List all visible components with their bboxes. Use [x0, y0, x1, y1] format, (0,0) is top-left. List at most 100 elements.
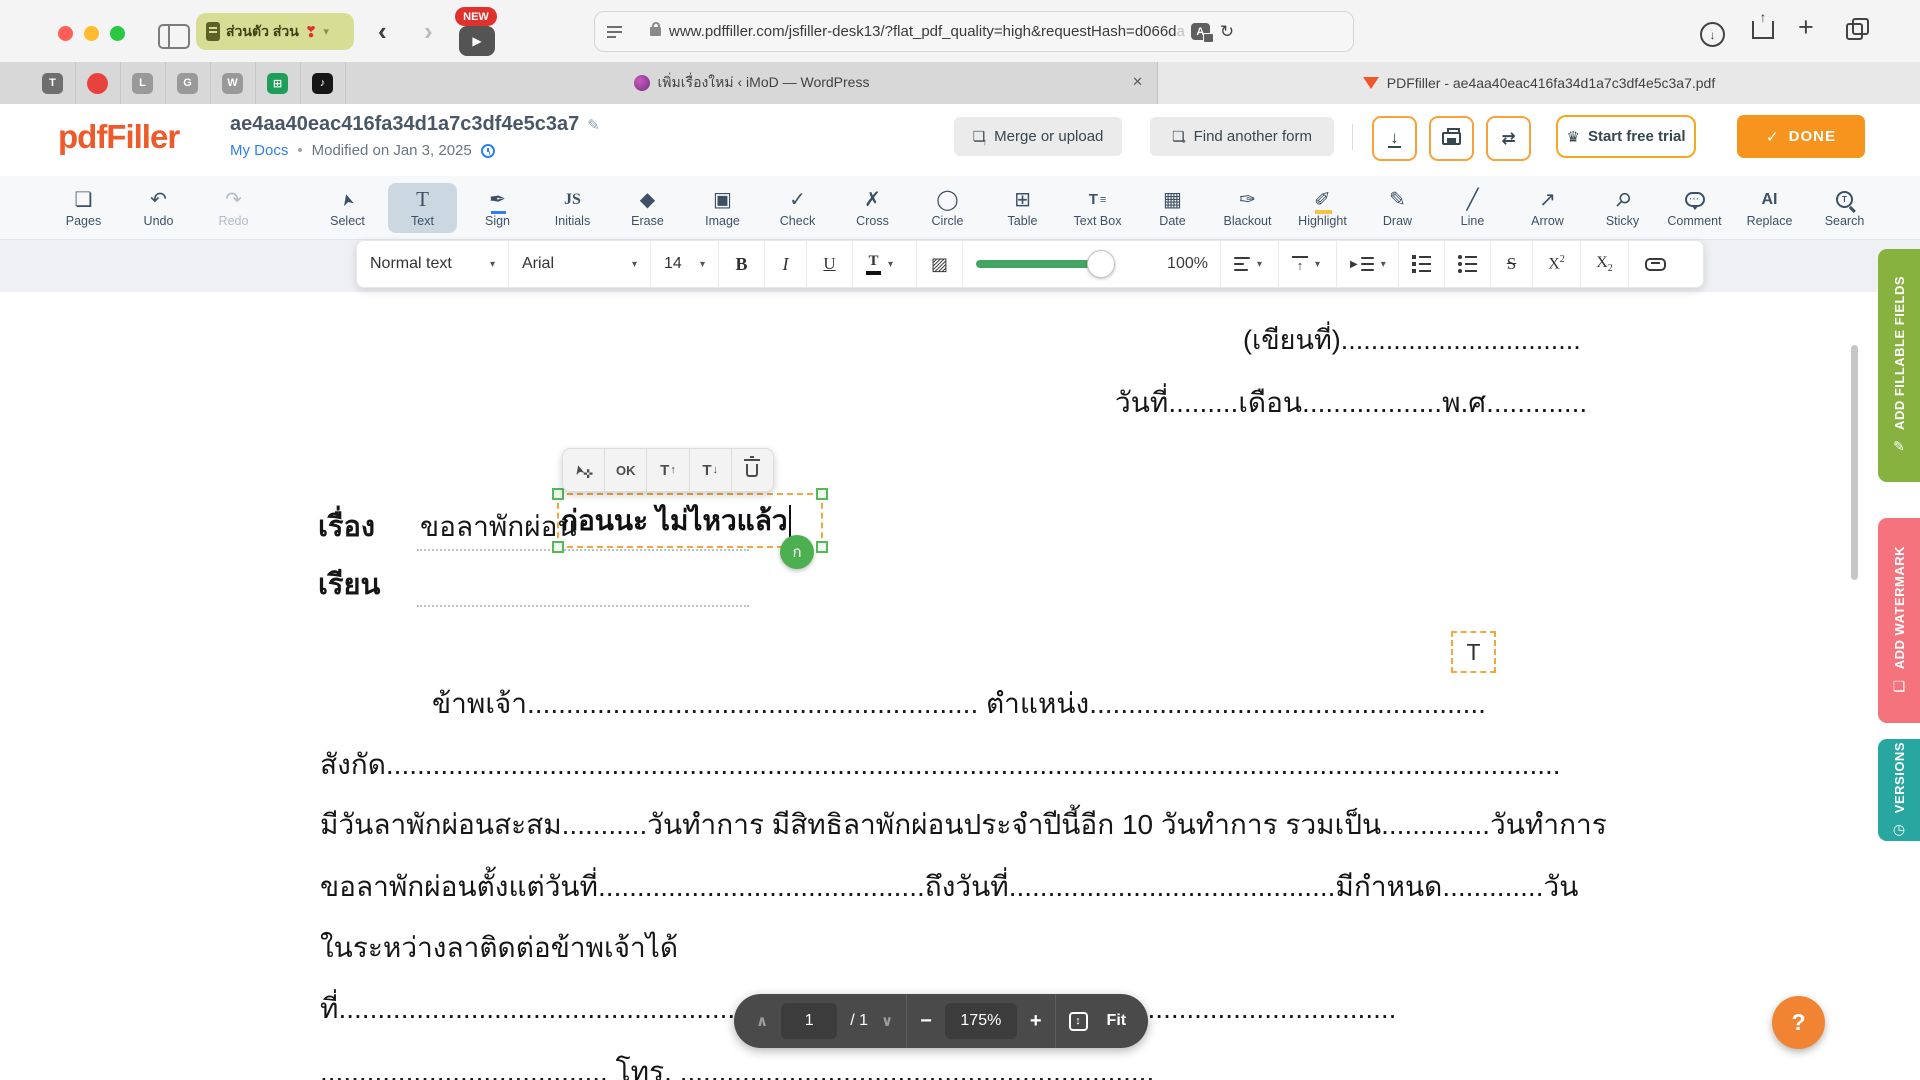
video-extension-icon[interactable]: ▶: [459, 26, 495, 56]
text-insert-placeholder[interactable]: T: [1451, 631, 1496, 673]
tool-circle[interactable]: ◯Circle: [913, 183, 982, 233]
tool-image[interactable]: ▣Image: [688, 183, 757, 233]
tool-undo[interactable]: ↶Undo: [124, 183, 193, 233]
numbered-list-button[interactable]: [1399, 241, 1445, 287]
tool-text[interactable]: TText: [388, 183, 457, 233]
pinned-tab-6[interactable]: ⊞: [255, 62, 301, 104]
reader-icon[interactable]: [607, 26, 622, 38]
tool-initials[interactable]: JSInitials: [538, 183, 607, 233]
page-number-input[interactable]: 1: [781, 1003, 837, 1039]
close-tab-icon[interactable]: ✕: [1132, 74, 1143, 90]
font-size-dropdown[interactable]: 14▾: [651, 241, 719, 287]
increase-font-button[interactable]: T↑: [647, 449, 689, 491]
italic-button[interactable]: I: [765, 241, 807, 287]
tab-wordpress[interactable]: เพิ่มเรื่องใหม่ ‹ iMoD — WordPress ✕: [346, 62, 1158, 104]
font-family-dropdown[interactable]: Arial▾: [509, 241, 651, 287]
tool-table[interactable]: ⊞Table: [988, 183, 1057, 233]
add-fillable-fields-tab[interactable]: ADD FILLABLE FIELDS ✎: [1878, 249, 1920, 482]
done-button[interactable]: ✓ DONE: [1737, 115, 1865, 158]
downloads-button[interactable]: ↓: [1700, 22, 1725, 47]
tool-sign[interactable]: ✒Sign: [463, 183, 532, 233]
tool-text-box[interactable]: TText Box: [1063, 183, 1132, 233]
pinned-tab-4[interactable]: G: [165, 62, 211, 104]
fill-opacity-button[interactable]: ▨: [917, 241, 963, 287]
pdffiller-logo[interactable]: pdfFiller: [58, 118, 179, 156]
my-docs-link[interactable]: My Docs: [230, 142, 288, 159]
typed-text[interactable]: ก่อนนะ ไม่ไหวแล้ว: [561, 499, 788, 543]
link-button[interactable]: [1629, 241, 1681, 287]
tool-sticky[interactable]: ⚲Sticky: [1588, 183, 1657, 233]
document-page[interactable]: (เขียนที่)..............................…: [0, 292, 1860, 1080]
tool-erase[interactable]: ◆Erase: [613, 183, 682, 233]
tool-search[interactable]: T Search: [1810, 183, 1879, 233]
fit-page-icon[interactable]: ↕: [1069, 1012, 1088, 1031]
thai-keyboard-badge[interactable]: ก: [780, 535, 814, 569]
address-bar[interactable]: www.pdffiller.com/jsfiller-desk13/?flat_…: [594, 11, 1354, 52]
find-another-form-button[interactable]: ❏∘ Find another form: [1150, 117, 1334, 156]
pinned-tab-3[interactable]: L: [120, 62, 166, 104]
tool-select[interactable]: ➤Select: [313, 183, 382, 233]
bullet-list-button[interactable]: [1445, 241, 1491, 287]
tool-cross[interactable]: ✗Cross: [838, 183, 907, 233]
back-button[interactable]: ‹: [378, 16, 387, 47]
resize-handle-tr[interactable]: [816, 488, 828, 500]
versions-tab[interactable]: VERSIONS ◷: [1878, 739, 1920, 841]
zoom-in-button[interactable]: +: [1030, 1010, 1042, 1033]
tool-date[interactable]: ▦Date: [1138, 183, 1207, 233]
sidebar-toggle-icon[interactable]: [158, 24, 190, 49]
ok-button[interactable]: OK: [605, 449, 647, 491]
bold-button[interactable]: B: [719, 241, 765, 287]
next-page-button[interactable]: ∨: [881, 1012, 893, 1030]
paragraph-style-dropdown[interactable]: Normal text▾: [357, 241, 509, 287]
opacity-slider[interactable]: [963, 241, 1155, 287]
tab-group-pill[interactable]: ส่วนตัว ส่วน ❣ ▾: [196, 13, 354, 50]
tool-blackout[interactable]: ✑Blackout: [1213, 183, 1282, 233]
text-color-dropdown[interactable]: T ▾: [853, 241, 917, 287]
resize-handle-br[interactable]: [816, 541, 828, 553]
print-document-button[interactable]: [1429, 116, 1474, 161]
traffic-zoom-button[interactable]: [110, 26, 125, 41]
vertical-align-dropdown[interactable]: ↑ ▾: [1279, 241, 1337, 287]
tool-redo[interactable]: ↷Redo: [199, 183, 268, 233]
traffic-minimize-button[interactable]: [84, 26, 99, 41]
tool-pages[interactable]: ❏Pages: [49, 183, 118, 233]
forward-button[interactable]: ›: [424, 16, 433, 47]
previous-page-button[interactable]: ∧: [756, 1012, 768, 1030]
superscript-button[interactable]: X2: [1533, 241, 1581, 287]
tool-draw[interactable]: ✎Draw: [1363, 183, 1432, 233]
reload-button[interactable]: ↻: [1220, 22, 1234, 42]
fax-document-button[interactable]: ⇄: [1486, 116, 1531, 161]
strikethrough-button[interactable]: S: [1491, 241, 1533, 287]
zoom-out-button[interactable]: −: [920, 1010, 932, 1033]
help-button[interactable]: ?: [1772, 996, 1825, 1049]
delete-field-button[interactable]: [732, 449, 773, 491]
indent-dropdown[interactable]: ▶ ▾: [1337, 241, 1399, 287]
pinned-tab-2[interactable]: [75, 62, 121, 104]
edit-title-icon[interactable]: ✎: [587, 117, 600, 134]
start-free-trial-button[interactable]: ♛ Start free trial: [1556, 115, 1696, 158]
add-watermark-tab[interactable]: ADD WATERMARK ❏: [1878, 518, 1920, 723]
align-dropdown[interactable]: ▾: [1221, 241, 1279, 287]
tool-arrow[interactable]: ↗Arrow: [1513, 183, 1582, 233]
tool-comment[interactable]: ⋯ Comment: [1660, 183, 1729, 233]
traffic-close-button[interactable]: [58, 26, 73, 41]
history-clock-icon[interactable]: [481, 144, 495, 158]
tool-replace[interactable]: AI Replace: [1735, 183, 1804, 233]
underline-button[interactable]: U: [807, 241, 853, 287]
download-document-button[interactable]: ↓: [1372, 116, 1417, 161]
fit-label[interactable]: Fit: [1107, 1012, 1127, 1030]
tool-highlight[interactable]: ✐Highlight: [1288, 183, 1357, 233]
pinned-tab-1[interactable]: T: [30, 62, 76, 104]
translate-icon[interactable]: A: [1191, 23, 1210, 40]
subscript-button[interactable]: X2: [1581, 241, 1629, 287]
vertical-scrollbar[interactable]: [1851, 345, 1858, 580]
tool-check[interactable]: ✓Check: [763, 183, 832, 233]
decrease-font-button[interactable]: T↓: [690, 449, 732, 491]
move-field-button[interactable]: ➤✜: [563, 449, 605, 491]
tab-pdffiller[interactable]: PDFfiller - ae4aa40eac416fa34d1a7c3df4e5…: [1158, 62, 1920, 104]
slider-knob[interactable]: [1087, 250, 1115, 278]
tool-line[interactable]: ╱Line: [1438, 183, 1507, 233]
merge-or-upload-button[interactable]: ❏↑ Merge or upload: [954, 117, 1122, 156]
zoom-level-value[interactable]: 175%: [945, 1003, 1017, 1039]
new-tab-button[interactable]: +: [1798, 12, 1814, 43]
